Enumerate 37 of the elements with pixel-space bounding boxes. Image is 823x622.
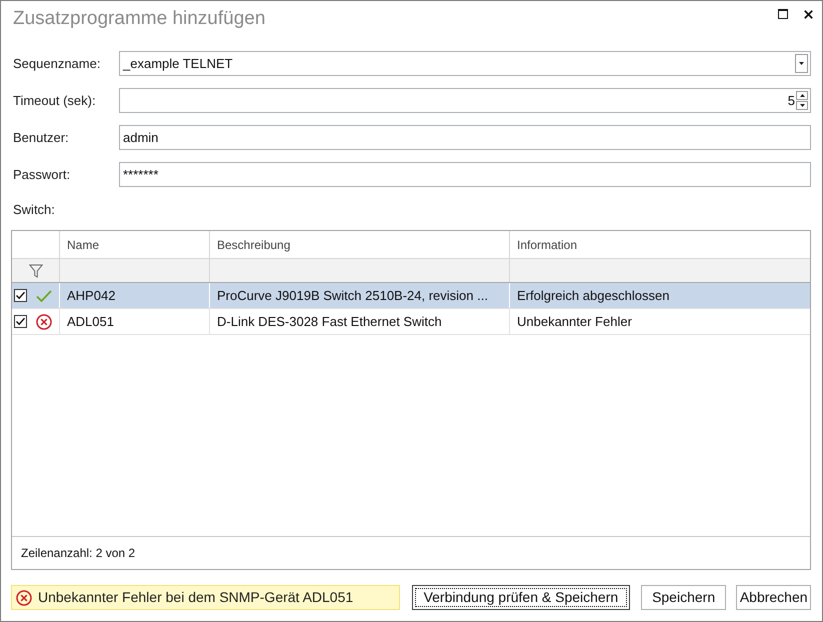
row-count: Zeilenanzahl: 2 von 2 [21, 545, 136, 562]
section-label: Switch: [13, 201, 55, 220]
table-row[interactable]: AHP042 ProCurve J9019B Switch 2510B-24, revision ... Erfolgreich abgeschlossen [12, 283, 810, 309]
dropdown-button[interactable] [795, 54, 808, 73]
table-cell: AHP042 [60, 283, 210, 308]
column-header[interactable]: Information [510, 231, 810, 258]
spinner-field[interactable]: 5 [119, 88, 811, 113]
dialog-button[interactable]: Speichern [640, 585, 726, 610]
dropdown-field[interactable]: _example TELNET [119, 51, 811, 76]
field-label: Benutzer: [13, 128, 70, 147]
column-header[interactable]: Beschreibung [210, 231, 510, 258]
field-label: Sequenzname: [13, 54, 102, 73]
checkbox[interactable] [14, 289, 27, 302]
field-label: Passwort: [13, 166, 72, 184]
password-field[interactable]: ******* [119, 162, 811, 187]
message-text: Unbekannter Fehler bei dem SNMP-Gerät ADL051 [38, 588, 354, 607]
table-cell: D-Link DES-3028 Fast Ethernet Switch [210, 309, 510, 334]
caret-down-icon [800, 104, 804, 107]
dialog-button[interactable]: Verbindung prüfen & Speichern [412, 585, 630, 610]
checkbox[interactable] [14, 315, 27, 328]
filter-icon[interactable] [28, 264, 42, 278]
close-icon[interactable] [804, 10, 813, 18]
field-label: Timeout (sek): [13, 92, 97, 110]
table-cell-text: Erfolgreich abgeschlossen [516, 286, 670, 305]
spin-down-button[interactable] [796, 101, 808, 110]
table-cell: ProCurve J9019B Switch 2510B-24, revision ... [210, 283, 510, 308]
maximize-icon[interactable] [778, 9, 788, 19]
text-field[interactable]: admin [119, 125, 811, 150]
table-cell-text: Unbekannter Fehler [516, 312, 633, 331]
caret-up-icon [800, 94, 804, 97]
window-title: Zusatzprogramme hinzufügen [13, 7, 266, 31]
table-row[interactable]: ADL051 D-Link DES-3028 Fast Ethernet Switch Unbekannter Fehler [12, 309, 810, 335]
dialog-button[interactable]: Abbrechen [736, 585, 811, 610]
caret-down-icon [799, 62, 804, 65]
spin-up-button[interactable] [796, 91, 808, 100]
table-cell: ADL051 [60, 309, 210, 334]
column-header[interactable]: Name [60, 231, 210, 258]
